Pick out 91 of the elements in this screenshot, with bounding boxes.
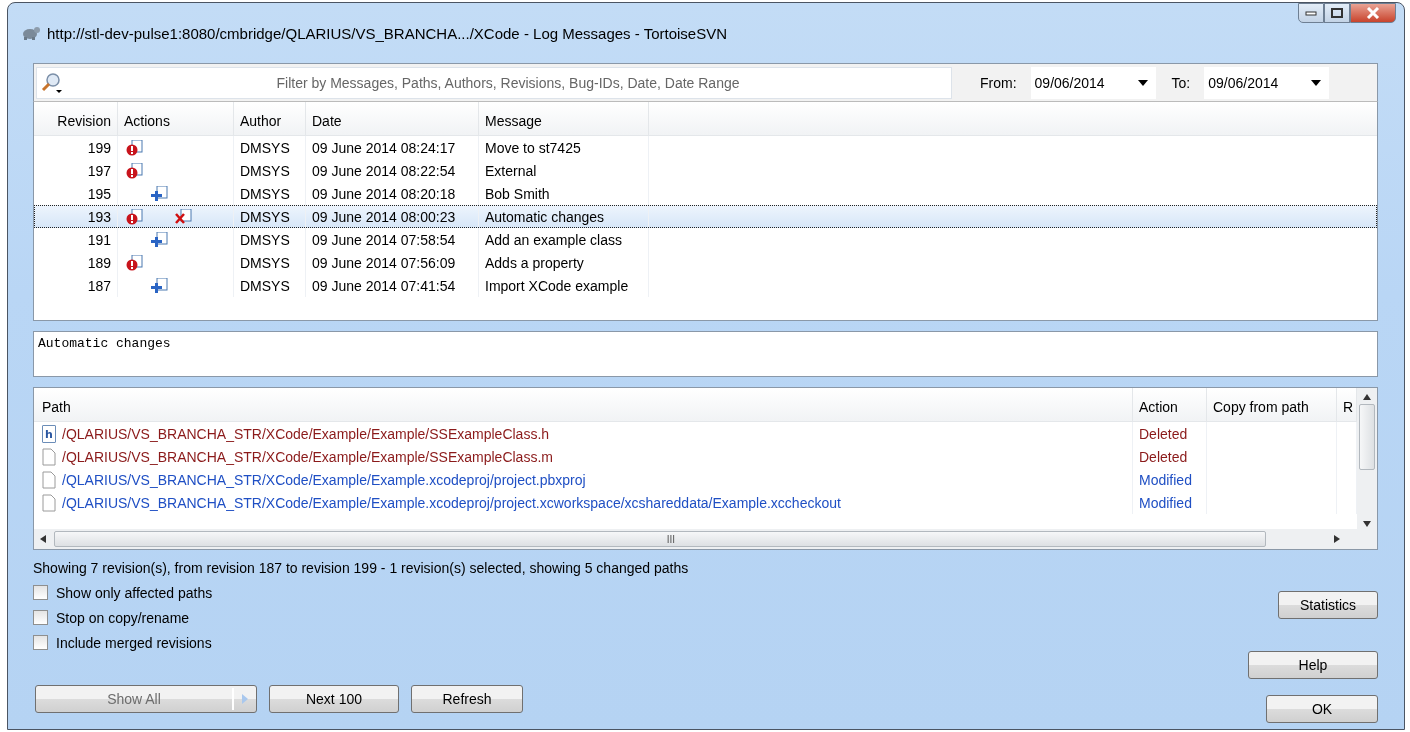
file-icon xyxy=(42,447,56,466)
search-icon xyxy=(40,71,64,94)
path-cell: /QLARIUS/VS_BRANCHA_STR/XCode/Example/Example/SSExampleClass.h xyxy=(62,425,550,442)
horizontal-scrollbar[interactable]: III xyxy=(34,529,1357,549)
path-cell: /QLARIUS/VS_BRANCHA_STR/XCode/Example/Example.xcodeproj/project.xcworkspace/xcshareddata/Example.xccheckout xyxy=(62,494,841,511)
statistics-button[interactable]: Statistics xyxy=(1278,591,1378,619)
message-cell: Adds a property xyxy=(479,251,649,274)
revision-cell: 197 xyxy=(34,159,118,182)
author-cell: DMSYS xyxy=(234,136,306,159)
column-header[interactable]: Path xyxy=(34,388,1133,421)
action-cell: Modified xyxy=(1133,468,1207,491)
date-cell: 09 June 2014 08:22:54 xyxy=(306,159,479,182)
header-file-icon: h xyxy=(42,424,56,443)
filter-field[interactable]: Filter by Messages, Paths, Authors, Revisions, Bug-IDs, Date, Date Range xyxy=(36,66,952,99)
checkbox-label: Show only affected paths xyxy=(56,584,213,601)
dropdown-icon xyxy=(1311,79,1322,86)
window-title: http://stl-dev-pulse1:8080/cmbridge/QLARIUS/VS_BRANCHA.../XCode - Log Messages - TortoiseSVN xyxy=(47,24,728,42)
path-row[interactable]: /QLARIUS/VS_BRANCHA_STR/XCode/Example/Example/SSExampleClass.m Deleted xyxy=(34,445,1357,468)
column-header[interactable]: Actions xyxy=(118,102,234,135)
checkbox[interactable] xyxy=(33,585,48,600)
caret-icon xyxy=(242,694,248,704)
revision-cell: 187 xyxy=(34,274,118,297)
column-header[interactable]: Action xyxy=(1133,388,1207,421)
column-header[interactable]: Copy from path xyxy=(1207,388,1337,421)
column-header[interactable]: Message xyxy=(479,102,649,135)
message-cell: External xyxy=(479,159,649,182)
to-date-field[interactable]: 09/06/2014 xyxy=(1204,66,1330,99)
message-cell: Move to st7425 xyxy=(479,136,649,159)
help-button[interactable]: Help xyxy=(1248,651,1378,679)
maximize-button[interactable] xyxy=(1324,3,1350,23)
revision-row[interactable]: 197 DMSYS 09 June 2014 08:22:54 External xyxy=(34,159,1377,182)
revision-cell: 199 xyxy=(34,136,118,159)
scrollbar-thumb[interactable] xyxy=(1359,404,1375,470)
from-label: From: xyxy=(980,74,1017,91)
refresh-button[interactable]: Refresh xyxy=(411,685,523,713)
revision-cell: 189 xyxy=(34,251,118,274)
revision-row[interactable]: 189 DMSYS 09 June 2014 07:56:09 Adds a property xyxy=(34,251,1377,274)
scroll-down-icon xyxy=(1363,521,1371,527)
author-cell: DMSYS xyxy=(234,274,306,297)
date-cell: 09 June 2014 07:41:54 xyxy=(306,274,479,297)
file-icon xyxy=(42,493,56,512)
action-cell: Deleted xyxy=(1133,445,1207,468)
vertical-scrollbar[interactable] xyxy=(1357,388,1377,549)
column-header[interactable]: Revision xyxy=(34,102,118,135)
author-cell: DMSYS xyxy=(234,251,306,274)
scroll-right-icon xyxy=(1334,535,1340,543)
dropdown-icon xyxy=(1137,79,1148,86)
revision-row[interactable]: 187 DMSYS 09 June 2014 07:41:54 Import XCode example xyxy=(34,274,1377,297)
checkbox[interactable] xyxy=(33,610,48,625)
column-header[interactable]: Date xyxy=(306,102,479,135)
log-message-field[interactable]: Automatic changes xyxy=(33,331,1378,377)
checkbox-label: Include merged revisions xyxy=(56,634,212,651)
action-cell: Deleted xyxy=(1133,422,1207,445)
revision-cell: 193 xyxy=(34,205,118,228)
date-cell: 09 June 2014 08:00:23 xyxy=(306,205,479,228)
date-cell: 09 June 2014 07:58:54 xyxy=(306,228,479,251)
from-date-field[interactable]: 09/06/2014 xyxy=(1030,66,1156,99)
path-row[interactable]: /QLARIUS/VS_BRANCHA_STR/XCode/Example/Example.xcodeproj/project.pbxproj Modified xyxy=(34,468,1357,491)
scroll-left-icon xyxy=(40,535,46,543)
author-cell: DMSYS xyxy=(234,205,306,228)
minimize-icon xyxy=(1305,10,1317,16)
turtle-icon xyxy=(21,25,41,41)
revision-row[interactable]: 193 DMSYS 09 June 2014 08:00:23 Automatic changes xyxy=(34,205,1377,228)
path-row[interactable]: /QLARIUS/VS_BRANCHA_STR/XCode/Example/Example.xcodeproj/project.xcworkspace/xcshareddata/Example.xccheckout Modified xyxy=(34,491,1357,514)
date-cell: 09 June 2014 07:56:09 xyxy=(306,251,479,274)
scroll-up-icon xyxy=(1363,394,1371,400)
scrollbar-thumb[interactable]: III xyxy=(54,531,1266,547)
message-cell: Automatic changes xyxy=(479,205,649,228)
revision-row[interactable]: 191 DMSYS 09 June 2014 07:58:54 Add an example class xyxy=(34,228,1377,251)
column-header[interactable]: Author xyxy=(234,102,306,135)
close-button[interactable] xyxy=(1350,3,1396,23)
to-label: To: xyxy=(1171,74,1191,91)
message-cell: Import XCode example xyxy=(479,274,649,297)
path-cell: /QLARIUS/VS_BRANCHA_STR/XCode/Example/Example/SSExampleClass.m xyxy=(62,448,553,465)
revision-cell: 191 xyxy=(34,228,118,251)
action-cell: Modified xyxy=(1133,491,1207,514)
message-cell: Add an example class xyxy=(479,228,649,251)
path-row[interactable]: h /QLARIUS/VS_BRANCHA_STR/XCode/Example/Example/SSExampleClass.h Deleted xyxy=(34,422,1357,445)
status-text: Showing 7 revision(s), from revision 187 to revision 199 - 1 revision(s) selected, showing 5 changed paths xyxy=(33,560,690,576)
next-button[interactable]: Next 100 xyxy=(269,685,399,713)
close-icon xyxy=(1366,7,1380,19)
author-cell: DMSYS xyxy=(234,228,306,251)
maximize-icon xyxy=(1331,8,1343,18)
checkbox-label: Stop on copy/rename xyxy=(56,609,190,626)
ok-button[interactable]: OK xyxy=(1266,695,1378,723)
author-cell: DMSYS xyxy=(234,159,306,182)
revision-row[interactable]: 199 DMSYS 09 June 2014 08:24:17 Move to st7425 xyxy=(34,136,1377,159)
checkbox[interactable] xyxy=(33,635,48,650)
file-icon xyxy=(42,470,56,489)
date-cell: 09 June 2014 08:24:17 xyxy=(306,136,479,159)
path-cell: /QLARIUS/VS_BRANCHA_STR/XCode/Example/Example.xcodeproj/project.pbxproj xyxy=(62,471,586,488)
